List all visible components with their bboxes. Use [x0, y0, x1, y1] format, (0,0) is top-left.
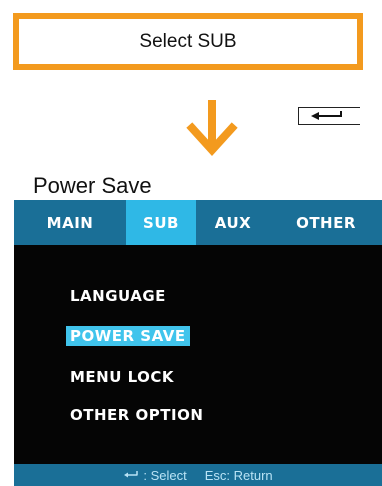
- menu-item-power-save[interactable]: POWER SAVE: [66, 326, 190, 346]
- callout-label: Select SUB: [139, 30, 237, 52]
- tab-aux[interactable]: AUX: [196, 200, 270, 245]
- section-caption: Power Save: [33, 173, 152, 198]
- menu-item-menu-lock[interactable]: MENU LOCK: [66, 367, 178, 387]
- status-return-hint: Esc: Return: [204, 467, 273, 483]
- device-screen: MAIN SUB AUX OTHER LANGUAGE POWER SAVE M…: [14, 200, 382, 486]
- instruction-callout: Select SUB: [13, 13, 363, 70]
- enter-key-icon: [298, 107, 360, 125]
- tab-sub[interactable]: SUB: [126, 200, 196, 245]
- tab-main[interactable]: MAIN: [14, 200, 126, 245]
- menu-item-other-option[interactable]: OTHER OPTION: [66, 405, 207, 425]
- status-select-hint: : Select: [143, 467, 187, 483]
- tab-bar: MAIN SUB AUX OTHER: [14, 200, 382, 245]
- menu-item-language[interactable]: LANGUAGE: [66, 286, 170, 306]
- arrow-down-icon: [186, 100, 238, 156]
- tab-other[interactable]: OTHER: [270, 200, 382, 245]
- status-bar: : Select Esc: Return: [14, 464, 382, 486]
- enter-glyph-icon: [124, 471, 139, 478]
